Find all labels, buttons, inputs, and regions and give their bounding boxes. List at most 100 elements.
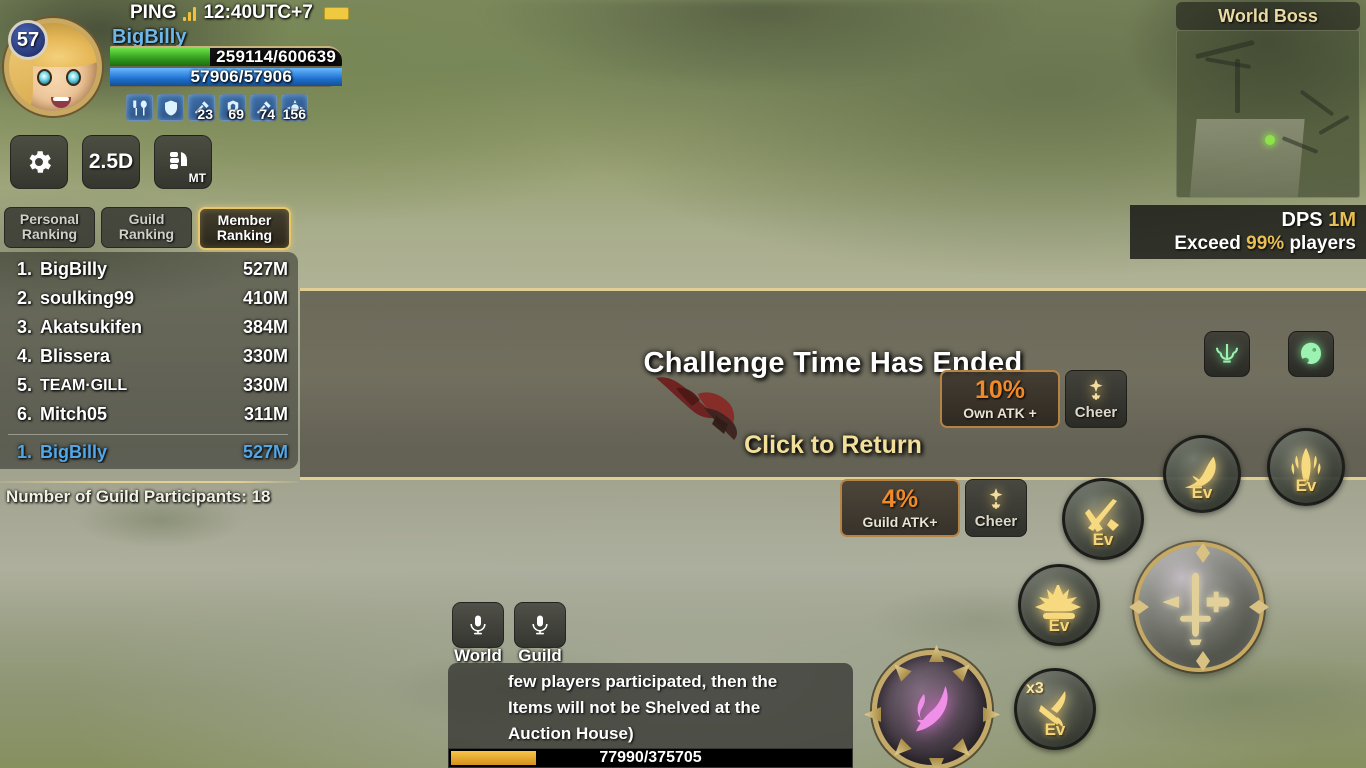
skill-button-crescent[interactable]: Ev bbox=[1163, 435, 1241, 513]
rank-name: soulking99 bbox=[40, 288, 135, 308]
stat-icon-row: 23 69 74 156 bbox=[126, 94, 308, 121]
feather-skill-icon bbox=[916, 686, 948, 732]
mp-value: 57906/57906 bbox=[190, 67, 292, 86]
divider bbox=[8, 434, 288, 435]
rank-score: 330M bbox=[242, 375, 288, 395]
chat-tab-guild[interactable]: Guild bbox=[514, 602, 566, 666]
rank-score: 384M bbox=[242, 317, 288, 337]
settings-button[interactable] bbox=[10, 135, 68, 189]
rank-number: 3. bbox=[16, 317, 32, 337]
signal-icon bbox=[183, 6, 197, 21]
minimap-terrain bbox=[1205, 57, 1251, 69]
guild-atk-cheer-group: 4% Guild ATK+ Cheer bbox=[840, 479, 1027, 537]
auto-battle-label: MT bbox=[188, 171, 206, 185]
avatar-mouth bbox=[51, 97, 71, 108]
view-mode-button[interactable]: 2.5D bbox=[82, 135, 140, 189]
pet-buff-button[interactable] bbox=[1288, 331, 1334, 377]
dps-line: DPS 1M bbox=[1282, 209, 1356, 232]
attack-button[interactable] bbox=[1134, 542, 1264, 672]
ranking-self-row[interactable]: 1. BigBilly 527M bbox=[0, 438, 298, 467]
boss-hp-bar: 77990/375705 bbox=[448, 748, 853, 768]
skill-badge: Ev bbox=[1191, 483, 1213, 502]
tab-personal-ranking-line1: Personal bbox=[19, 211, 80, 227]
tab-guild-ranking[interactable]: Guild Ranking bbox=[101, 207, 192, 249]
guild-buff-button[interactable] bbox=[1204, 331, 1250, 377]
power-icon[interactable]: 156 bbox=[281, 94, 308, 121]
tab-guild-ranking-line2: Ranking bbox=[118, 226, 175, 243]
game-viewport: PING 12:40UTC+7 57 BigBilly 259114/60063… bbox=[0, 0, 1366, 768]
status-bar: PING 12:40UTC+7 bbox=[130, 2, 349, 24]
cheer-icon bbox=[989, 488, 1003, 509]
table-row[interactable]: 5. TEAM·GILL 330M bbox=[0, 371, 298, 400]
chat-guild-mic-button[interactable] bbox=[514, 602, 566, 648]
skill-badge: Ev bbox=[1048, 616, 1070, 635]
minimap-terrain bbox=[1299, 89, 1335, 117]
dps-exceed-suffix: players bbox=[1289, 233, 1356, 254]
food-icon[interactable] bbox=[126, 94, 153, 121]
tab-member-ranking[interactable]: Member Ranking bbox=[198, 207, 291, 251]
chat-line: Auction House) bbox=[508, 723, 634, 743]
mp-bar: 57906/57906 bbox=[110, 67, 342, 87]
skill-button-slash[interactable]: Ev bbox=[1062, 478, 1144, 560]
skill-badge: Ev bbox=[1295, 476, 1317, 495]
rank-number: 2. bbox=[16, 288, 32, 308]
dps-label: DPS bbox=[1281, 209, 1323, 231]
chat-tab-world[interactable]: World bbox=[452, 602, 504, 666]
rank-number: 1. bbox=[16, 259, 32, 279]
cheer-icon bbox=[1089, 379, 1103, 400]
cheer-guild-button[interactable]: Cheer bbox=[965, 479, 1027, 537]
power-value: 156 bbox=[282, 106, 306, 122]
ultimate-skill-button[interactable] bbox=[872, 645, 992, 768]
table-row[interactable]: 4. Blissera 330M bbox=[0, 342, 298, 371]
chat-line: few players participated, then the bbox=[508, 672, 778, 691]
chat-message-box[interactable]: few players participated, then the Items… bbox=[448, 663, 853, 755]
rank-name: BigBilly bbox=[40, 442, 108, 462]
dps-value: 1M bbox=[1328, 209, 1356, 231]
dps-exceed-line: Exceed 99% players bbox=[1174, 233, 1356, 255]
divider bbox=[0, 481, 298, 483]
table-row[interactable]: 3. Akatsukifen 384M bbox=[0, 313, 298, 342]
rank-number: 1. bbox=[16, 442, 32, 462]
skill-button-burst[interactable]: Ev bbox=[1018, 564, 1100, 646]
own-atk-buff: 10% Own ATK + bbox=[940, 370, 1060, 428]
rank-score: 527M bbox=[242, 259, 288, 279]
chat-world-mic-button[interactable] bbox=[452, 602, 504, 648]
attack-alt-icon[interactable]: 74 bbox=[250, 94, 277, 121]
skill-button-strike[interactable]: x3 Ev bbox=[1014, 668, 1096, 750]
sword-icon bbox=[1162, 572, 1230, 646]
attack-value: 23 bbox=[197, 106, 213, 122]
minimap-path bbox=[1189, 119, 1305, 197]
shield-icon[interactable] bbox=[157, 94, 184, 121]
tab-personal-ranking[interactable]: Personal Ranking bbox=[4, 207, 95, 249]
minimap-terrain bbox=[1195, 39, 1255, 60]
table-row[interactable]: 6. Mitch05 311M bbox=[0, 400, 298, 429]
minimap[interactable] bbox=[1176, 30, 1360, 198]
table-row[interactable]: 2. soulking99 410M bbox=[0, 284, 298, 313]
rank-name: TEAM·GILL bbox=[40, 376, 128, 394]
attack-alt-value: 74 bbox=[259, 106, 275, 122]
tab-member-ranking-line2: Ranking bbox=[216, 227, 273, 244]
defense-icon[interactable]: 69 bbox=[219, 94, 246, 121]
skill-badge: Ev bbox=[1092, 530, 1114, 549]
auto-battle-button[interactable]: MT bbox=[154, 135, 212, 189]
table-row[interactable]: 1. BigBilly 527M bbox=[0, 255, 298, 284]
buff-icon-row bbox=[1204, 331, 1334, 377]
ranking-list[interactable]: 1. BigBilly 527M 2. soulking99 410M 3. A… bbox=[0, 252, 298, 469]
hp-value: 259114/600639 bbox=[216, 47, 336, 66]
defense-value: 69 bbox=[228, 106, 244, 122]
world-boss-title: World Boss bbox=[1176, 2, 1360, 30]
own-atk-percent: 10% bbox=[974, 375, 1026, 404]
skill-button-spear[interactable]: Ev bbox=[1267, 428, 1345, 506]
own-atk-cheer-group: 10% Own ATK + Cheer bbox=[940, 370, 1127, 428]
microphone-icon bbox=[470, 615, 486, 635]
cheer-own-button[interactable]: Cheer bbox=[1065, 370, 1127, 428]
guild-participants-label: Number of Guild Participants: 18 bbox=[6, 487, 271, 506]
guild-atk-buff: 4% Guild ATK+ bbox=[840, 479, 960, 537]
crest-icon bbox=[1215, 344, 1239, 363]
boss-hp-bar-fill bbox=[451, 751, 536, 765]
view-mode-label: 2.5D bbox=[88, 150, 134, 173]
beast-icon bbox=[1301, 342, 1321, 364]
guild-atk-percent: 4% bbox=[881, 484, 919, 513]
tab-guild-ranking-line1: Guild bbox=[128, 211, 165, 227]
attack-icon[interactable]: 23 bbox=[188, 94, 215, 121]
